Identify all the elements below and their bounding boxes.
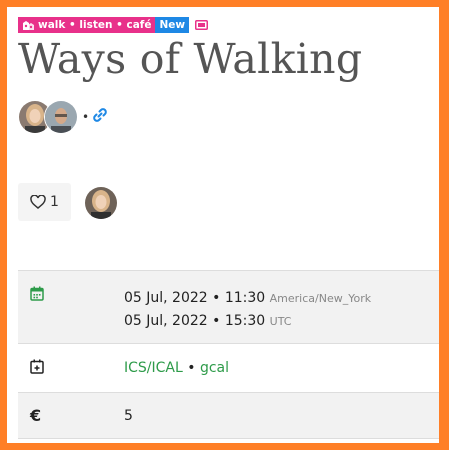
walk-group-icon (23, 20, 34, 30)
gcal-link[interactable]: gcal (200, 360, 229, 376)
tag-bar: walk • listen • café New (18, 17, 209, 33)
like-button[interactable]: 1 (18, 183, 71, 221)
calendar-export-row: ICS/ICAL • gcal (18, 344, 439, 393)
event-card: walk • listen • café New Ways of Walking (7, 7, 439, 443)
like-count: 1 (50, 194, 59, 210)
organizers: • (18, 100, 108, 134)
group-tag-label: walk • listen • café (38, 19, 152, 31)
calendar-separator: • (187, 360, 196, 376)
group-tag[interactable]: walk • listen • café (18, 17, 156, 33)
event-details: 05 Jul, 2022 • 11:30 America/New_York 05… (18, 270, 439, 439)
euro-icon: € (30, 406, 42, 425)
link-icon[interactable] (92, 107, 108, 127)
start-datetime: 05 Jul, 2022 • 11:30 (124, 290, 266, 306)
start-timezone: America/New_York (269, 292, 372, 305)
end-timezone: UTC (269, 315, 292, 328)
calendar-icon (18, 271, 124, 305)
new-badge: New (155, 17, 190, 33)
price-row: € 5 (18, 393, 439, 439)
start-time: 05 Jul, 2022 • 11:30 America/New_York (124, 287, 371, 310)
price-icon-cell: € (18, 406, 124, 425)
calendar-links: ICS/ICAL • gcal (124, 360, 229, 376)
end-time: 05 Jul, 2022 • 15:30 UTC (124, 310, 371, 333)
ics-link[interactable]: ICS/ICAL (124, 360, 183, 376)
separator-dot: • (82, 110, 90, 124)
price-value: 5 (124, 407, 133, 424)
avatar[interactable] (44, 100, 78, 134)
datetime-values: 05 Jul, 2022 • 11:30 America/New_York 05… (124, 271, 371, 333)
heart-icon (30, 195, 46, 209)
end-datetime: 05 Jul, 2022 • 15:30 (124, 313, 266, 329)
calendar-add-icon (18, 359, 124, 378)
datetime-row: 05 Jul, 2022 • 11:30 America/New_York 05… (18, 271, 439, 344)
avatar[interactable] (84, 186, 118, 220)
ticket-icon[interactable] (195, 20, 209, 30)
page-title: Ways of Walking (18, 35, 363, 83)
